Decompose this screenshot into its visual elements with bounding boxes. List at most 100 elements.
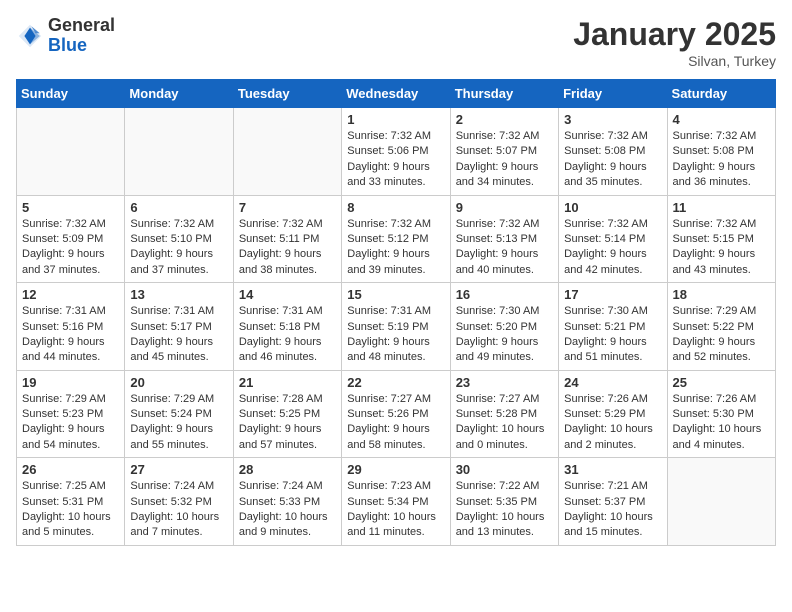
cell-content: Daylight: 9 hours [564,335,661,350]
day-number: 21 [239,375,336,390]
calendar-cell: 28Sunrise: 7:24 AMSunset: 5:33 PMDayligh… [233,458,341,546]
cell-content: Daylight: 9 hours [130,335,227,350]
cell-content: and 46 minutes. [239,350,336,365]
weekday-header: Thursday [450,80,558,108]
weekday-header: Monday [125,80,233,108]
calendar-header-row: SundayMondayTuesdayWednesdayThursdayFrid… [17,80,776,108]
cell-content: Sunrise: 7:21 AM [564,479,661,494]
calendar-cell: 11Sunrise: 7:32 AMSunset: 5:15 PMDayligh… [667,195,775,283]
cell-content: Sunset: 5:31 PM [22,495,119,510]
cell-content: Daylight: 10 hours [22,510,119,525]
calendar-cell: 14Sunrise: 7:31 AMSunset: 5:18 PMDayligh… [233,283,341,371]
day-number: 5 [22,200,119,215]
calendar-cell: 18Sunrise: 7:29 AMSunset: 5:22 PMDayligh… [667,283,775,371]
calendar-cell: 13Sunrise: 7:31 AMSunset: 5:17 PMDayligh… [125,283,233,371]
calendar-cell: 5Sunrise: 7:32 AMSunset: 5:09 PMDaylight… [17,195,125,283]
cell-content: Sunset: 5:10 PM [130,232,227,247]
calendar-cell: 30Sunrise: 7:22 AMSunset: 5:35 PMDayligh… [450,458,558,546]
cell-content: and 11 minutes. [347,525,444,540]
cell-content: and 33 minutes. [347,175,444,190]
location: Silvan, Turkey [573,53,776,69]
day-number: 24 [564,375,661,390]
cell-content: Daylight: 10 hours [564,422,661,437]
day-number: 1 [347,112,444,127]
calendar-cell [667,458,775,546]
cell-content: Sunset: 5:35 PM [456,495,553,510]
day-number: 6 [130,200,227,215]
cell-content: and 48 minutes. [347,350,444,365]
day-number: 18 [673,287,770,302]
day-number: 3 [564,112,661,127]
cell-content: Daylight: 9 hours [673,247,770,262]
day-number: 19 [22,375,119,390]
calendar-cell: 12Sunrise: 7:31 AMSunset: 5:16 PMDayligh… [17,283,125,371]
cell-content: Sunset: 5:21 PM [564,320,661,335]
cell-content: Sunset: 5:28 PM [456,407,553,422]
cell-content: Sunrise: 7:32 AM [564,129,661,144]
cell-content: Sunrise: 7:23 AM [347,479,444,494]
calendar-cell: 27Sunrise: 7:24 AMSunset: 5:32 PMDayligh… [125,458,233,546]
cell-content: Sunrise: 7:31 AM [130,304,227,319]
cell-content: Daylight: 10 hours [456,422,553,437]
cell-content: Sunrise: 7:27 AM [456,392,553,407]
calendar-cell [17,108,125,196]
cell-content: Sunrise: 7:31 AM [347,304,444,319]
weekday-header: Friday [559,80,667,108]
cell-content: Sunrise: 7:27 AM [347,392,444,407]
calendar-week-row: 26Sunrise: 7:25 AMSunset: 5:31 PMDayligh… [17,458,776,546]
cell-content: Daylight: 9 hours [22,247,119,262]
day-number: 11 [673,200,770,215]
calendar-cell: 31Sunrise: 7:21 AMSunset: 5:37 PMDayligh… [559,458,667,546]
day-number: 29 [347,462,444,477]
weekday-header: Saturday [667,80,775,108]
cell-content: Sunset: 5:13 PM [456,232,553,247]
cell-content: Sunrise: 7:32 AM [673,129,770,144]
cell-content: Daylight: 9 hours [130,247,227,262]
calendar-cell: 10Sunrise: 7:32 AMSunset: 5:14 PMDayligh… [559,195,667,283]
cell-content: Sunrise: 7:32 AM [22,217,119,232]
cell-content: and 49 minutes. [456,350,553,365]
calendar-cell [233,108,341,196]
logo-general-text: General [48,15,115,35]
cell-content: Daylight: 9 hours [347,160,444,175]
day-number: 22 [347,375,444,390]
cell-content: and 2 minutes. [564,438,661,453]
cell-content: and 51 minutes. [564,350,661,365]
cell-content: and 45 minutes. [130,350,227,365]
cell-content: and 38 minutes. [239,263,336,278]
logo-icon [16,22,44,50]
cell-content: Sunrise: 7:29 AM [22,392,119,407]
day-number: 25 [673,375,770,390]
calendar-cell: 7Sunrise: 7:32 AMSunset: 5:11 PMDaylight… [233,195,341,283]
logo: General Blue [16,16,115,56]
calendar-cell: 2Sunrise: 7:32 AMSunset: 5:07 PMDaylight… [450,108,558,196]
calendar-cell: 26Sunrise: 7:25 AMSunset: 5:31 PMDayligh… [17,458,125,546]
day-number: 23 [456,375,553,390]
calendar-cell: 9Sunrise: 7:32 AMSunset: 5:13 PMDaylight… [450,195,558,283]
cell-content: Sunrise: 7:28 AM [239,392,336,407]
cell-content: Sunrise: 7:32 AM [130,217,227,232]
cell-content: Daylight: 10 hours [564,510,661,525]
cell-content: and 34 minutes. [456,175,553,190]
cell-content: Sunset: 5:23 PM [22,407,119,422]
cell-content: Sunset: 5:25 PM [239,407,336,422]
calendar-cell: 15Sunrise: 7:31 AMSunset: 5:19 PMDayligh… [342,283,450,371]
day-number: 8 [347,200,444,215]
day-number: 31 [564,462,661,477]
cell-content: and 55 minutes. [130,438,227,453]
cell-content: Sunset: 5:24 PM [130,407,227,422]
cell-content: Sunrise: 7:31 AM [22,304,119,319]
day-number: 12 [22,287,119,302]
cell-content: Daylight: 9 hours [673,160,770,175]
cell-content: Daylight: 9 hours [22,422,119,437]
calendar-week-row: 5Sunrise: 7:32 AMSunset: 5:09 PMDaylight… [17,195,776,283]
cell-content: and 43 minutes. [673,263,770,278]
day-number: 9 [456,200,553,215]
weekday-header: Tuesday [233,80,341,108]
cell-content: Sunset: 5:16 PM [22,320,119,335]
day-number: 15 [347,287,444,302]
calendar-cell: 16Sunrise: 7:30 AMSunset: 5:20 PMDayligh… [450,283,558,371]
day-number: 16 [456,287,553,302]
cell-content: Sunset: 5:15 PM [673,232,770,247]
cell-content: Daylight: 10 hours [456,510,553,525]
